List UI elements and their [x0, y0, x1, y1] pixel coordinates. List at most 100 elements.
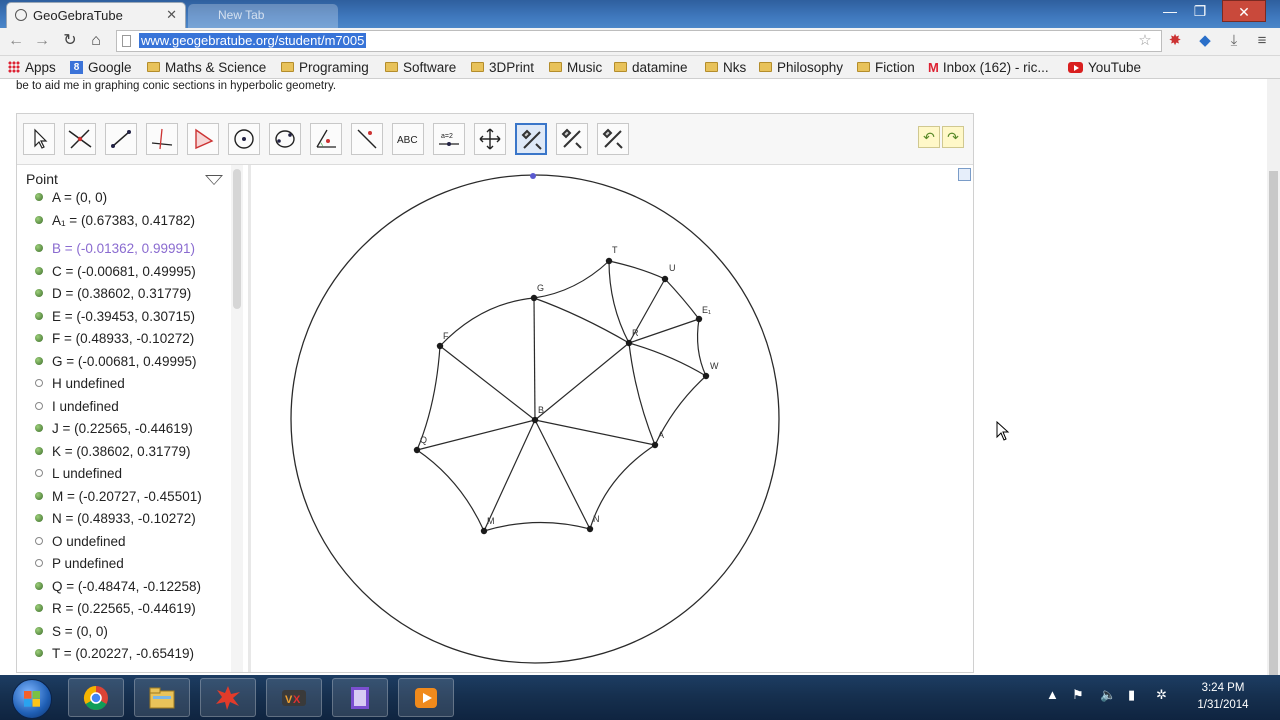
bookmark-programing[interactable]: Programing	[281, 58, 369, 76]
arc-u-e1[interactable]	[664, 278, 700, 320]
conic-tool-button[interactable]	[269, 123, 301, 155]
minimize-button[interactable]: —	[1156, 0, 1184, 22]
algebra-row[interactable]: L undefined	[35, 463, 122, 483]
arc-a-r[interactable]	[628, 342, 656, 446]
bookmark-inbox[interactable]: M Inbox (162) - ric...	[928, 58, 1049, 76]
algebra-row[interactable]: E = (-0.39453, 0.30715)	[35, 306, 195, 326]
bookmark-fiction[interactable]: Fiction	[857, 58, 915, 76]
visibility-toggle-shown-icon[interactable]	[35, 582, 43, 590]
graphics-settings-icon[interactable]	[958, 168, 971, 181]
arc-g-f[interactable]	[439, 297, 535, 347]
visibility-toggle-shown-icon[interactable]	[35, 424, 43, 432]
taskbar-explorer[interactable]	[134, 678, 190, 717]
bookmark-maths-science[interactable]: Maths & Science	[147, 58, 266, 76]
arc-m-n[interactable]	[483, 521, 591, 532]
point-g[interactable]	[530, 294, 538, 302]
algebra-row[interactable]: D = (0.38602, 0.31779)	[35, 283, 191, 303]
algebra-row[interactable]: P undefined	[35, 553, 124, 573]
bookmark-philosophy[interactable]: Philosophy	[759, 58, 843, 76]
bookmark-nks[interactable]: Nks	[705, 58, 746, 76]
algebra-row[interactable]: J = (0.22565, -0.44619)	[35, 418, 193, 438]
forward-button[interactable]: →	[32, 31, 52, 51]
algebra-row[interactable]: O undefined	[35, 531, 126, 551]
spoke-a[interactable]	[534, 419, 656, 446]
algebra-row[interactable]: I undefined	[35, 396, 119, 416]
visibility-toggle-shown-icon[interactable]	[35, 193, 43, 201]
move-graphics-tool-button[interactable]	[474, 123, 506, 155]
spoke-q[interactable]	[416, 419, 536, 451]
taskbar-chrome[interactable]	[68, 678, 124, 717]
algebra-row[interactable]: R = (0.22565, -0.44619)	[35, 598, 196, 618]
action-center-flag-icon[interactable]: ⚑	[1072, 687, 1084, 703]
address-bar[interactable]: www.geogebratube.org/student/m7005	[116, 30, 1162, 52]
algebra-row[interactable]: N = (0.48933, -0.10272)	[35, 508, 196, 528]
point-t[interactable]	[605, 257, 613, 265]
taskbar-burst-app[interactable]	[200, 678, 256, 717]
undo-button[interactable]: ↶	[918, 126, 940, 148]
arc-e1-w[interactable]	[696, 318, 707, 377]
network-signal-icon[interactable]: ▮	[1128, 687, 1135, 703]
bookmark-apps[interactable]: Apps	[8, 58, 56, 76]
taskbar-document-app[interactable]	[332, 678, 388, 717]
taskbar-vlc[interactable]	[398, 678, 454, 717]
bookmark-datamine[interactable]: datamine	[614, 58, 688, 76]
point-m[interactable]	[480, 527, 488, 535]
segment-tool-button[interactable]	[105, 123, 137, 155]
url-text[interactable]: www.geogebratube.org/student/m7005	[139, 33, 367, 48]
system-clock[interactable]: 3:24 PM 1/31/2014	[1180, 680, 1266, 714]
visibility-toggle-shown-icon[interactable]	[35, 244, 43, 252]
visibility-toggle-shown-icon[interactable]	[35, 514, 43, 522]
visibility-toggle-shown-icon[interactable]	[35, 216, 43, 224]
page-scrollbar[interactable]	[1267, 79, 1280, 686]
point-e1[interactable]	[695, 315, 703, 323]
algebra-row[interactable]: T = (0.20227, -0.65419)	[35, 643, 194, 663]
sort-dropdown-icon[interactable]	[205, 175, 223, 185]
visibility-toggle-shown-icon[interactable]	[35, 267, 43, 275]
bookmark-software[interactable]: Software	[385, 58, 456, 76]
point-a[interactable]	[651, 441, 659, 449]
visibility-toggle-shown-icon[interactable]	[35, 334, 43, 342]
text-tool-button[interactable]: ABC	[392, 123, 424, 155]
algebra-row[interactable]: H undefined	[35, 373, 125, 393]
arc-t-u[interactable]	[608, 260, 666, 280]
chrome-menu-icon[interactable]: ≡	[1252, 31, 1272, 51]
algebra-row[interactable]: S = (0, 0)	[35, 621, 108, 641]
extension-red-icon[interactable]: ✸	[1165, 31, 1185, 51]
reload-button[interactable]: ↻	[60, 31, 80, 51]
circle-tool-button[interactable]	[228, 123, 260, 155]
close-window-button[interactable]: ✕	[1222, 0, 1266, 22]
back-button[interactable]: ←	[6, 31, 26, 51]
visibility-toggle-hidden-icon[interactable]	[35, 402, 43, 410]
arc-n-a[interactable]	[589, 444, 656, 530]
visibility-toggle-hidden-icon[interactable]	[35, 559, 43, 567]
home-button[interactable]: ⌂	[86, 31, 106, 51]
bookmark-star-icon[interactable]: ☆	[1135, 31, 1155, 51]
maximize-button[interactable]: ❐	[1186, 0, 1214, 22]
move-tool-button[interactable]	[23, 123, 55, 155]
algebra-row[interactable]: A = (0, 0)	[35, 187, 107, 207]
arc-r-w[interactable]	[628, 342, 707, 377]
visibility-toggle-shown-icon[interactable]	[35, 604, 43, 612]
bookmark-youtube[interactable]: YouTube	[1068, 58, 1141, 76]
volume-icon[interactable]: 🔈	[1100, 687, 1116, 703]
show-hidden-icons-button[interactable]: ▲	[1046, 687, 1059, 702]
algebra-scroll-thumb[interactable]	[233, 169, 241, 309]
spoke-n[interactable]	[534, 419, 591, 530]
algebra-scrollbar[interactable]	[231, 165, 243, 672]
perpendicular-line-tool-button[interactable]	[146, 123, 178, 155]
algebra-row[interactable]: B = (-0.01362, 0.99991)	[35, 238, 195, 258]
spoke-g[interactable]	[533, 297, 536, 421]
taskbar-media-player[interactable]: VX	[266, 678, 322, 717]
point-r[interactable]	[625, 339, 633, 347]
close-tab-icon[interactable]: ✕	[166, 7, 177, 23]
custom-tool-1-button[interactable]	[515, 123, 547, 155]
network-status-icon[interactable]: ✲	[1156, 687, 1167, 703]
slider-tool-button[interactable]: a=2	[433, 123, 465, 155]
custom-tool-3-button[interactable]	[597, 123, 629, 155]
algebra-row[interactable]: K = (0.38602, 0.31779)	[35, 441, 190, 461]
arc-t-r[interactable]	[608, 260, 630, 344]
arc-q-m[interactable]	[416, 449, 485, 532]
bookmark-google[interactable]: 8 Google	[70, 58, 132, 76]
visibility-toggle-shown-icon[interactable]	[35, 627, 43, 635]
spoke-r[interactable]	[534, 342, 630, 421]
